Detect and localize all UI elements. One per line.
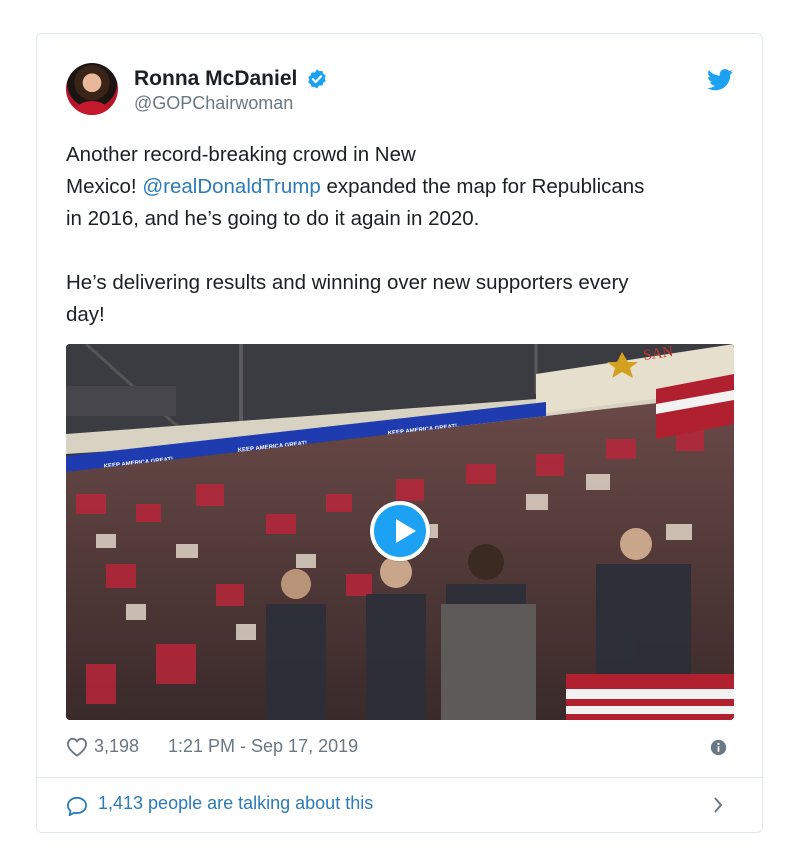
chevron-right-icon[interactable] (713, 797, 723, 813)
tweet-text-line: Mexico! @realDonaldTrump expanded the ma… (66, 171, 746, 203)
text-fragment: in 2016, and he’s going to do it again i… (66, 207, 480, 230)
talking-count[interactable]: 1,413 people are talking about this (98, 793, 373, 814)
like-count[interactable]: 3,198 (94, 736, 139, 757)
play-button[interactable] (370, 501, 430, 561)
verified-badge-icon (308, 69, 326, 89)
text-fragment: Mexico! (66, 175, 143, 198)
speech-bubble-icon (66, 796, 88, 816)
mention-link[interactable]: @realDonaldTrump (142, 175, 320, 198)
tweet-text-line: in 2016, and he’s going to do it again i… (66, 203, 746, 235)
tweet-text-line: He’s delivering results and winning over… (66, 267, 746, 299)
avatar[interactable] (66, 63, 118, 115)
embedded-tweet-card: Ronna McDaniel @GOPChairwoman Another re… (36, 33, 763, 833)
conversation-link[interactable]: 1,413 people are talking about this (66, 790, 733, 820)
info-icon[interactable] (710, 739, 727, 756)
text-fragment: He’s delivering results and winning over… (66, 271, 629, 294)
twitter-bird-icon[interactable] (707, 69, 733, 91)
tweet-text-line: Another record-breaking crowd in New (66, 139, 746, 171)
tweet-meta: 3,198 1:21 PM - Sep 17, 2019 (66, 734, 733, 762)
divider (37, 777, 762, 778)
tweet-text: Another record-breaking crowd in New Mex… (66, 139, 746, 331)
video-media[interactable]: KEEP AMERICA GREAT! KEEP AMERICA GREAT! … (66, 344, 734, 720)
tweet-timestamp[interactable]: 1:21 PM - Sep 17, 2019 (168, 736, 358, 757)
author-name-row[interactable]: Ronna McDaniel (134, 67, 328, 91)
text-fragment: expanded the map for Republicans (320, 175, 645, 198)
text-fragment: Another record-breaking crowd in New (66, 143, 416, 166)
tweet-text-line: day! (66, 299, 746, 331)
tweet-header: Ronna McDaniel @GOPChairwoman (66, 63, 733, 119)
author-handle[interactable]: @GOPChairwoman (134, 93, 293, 114)
heart-icon[interactable] (66, 737, 88, 757)
author-name[interactable]: Ronna McDaniel (134, 67, 297, 91)
text-fragment: day! (66, 303, 105, 326)
